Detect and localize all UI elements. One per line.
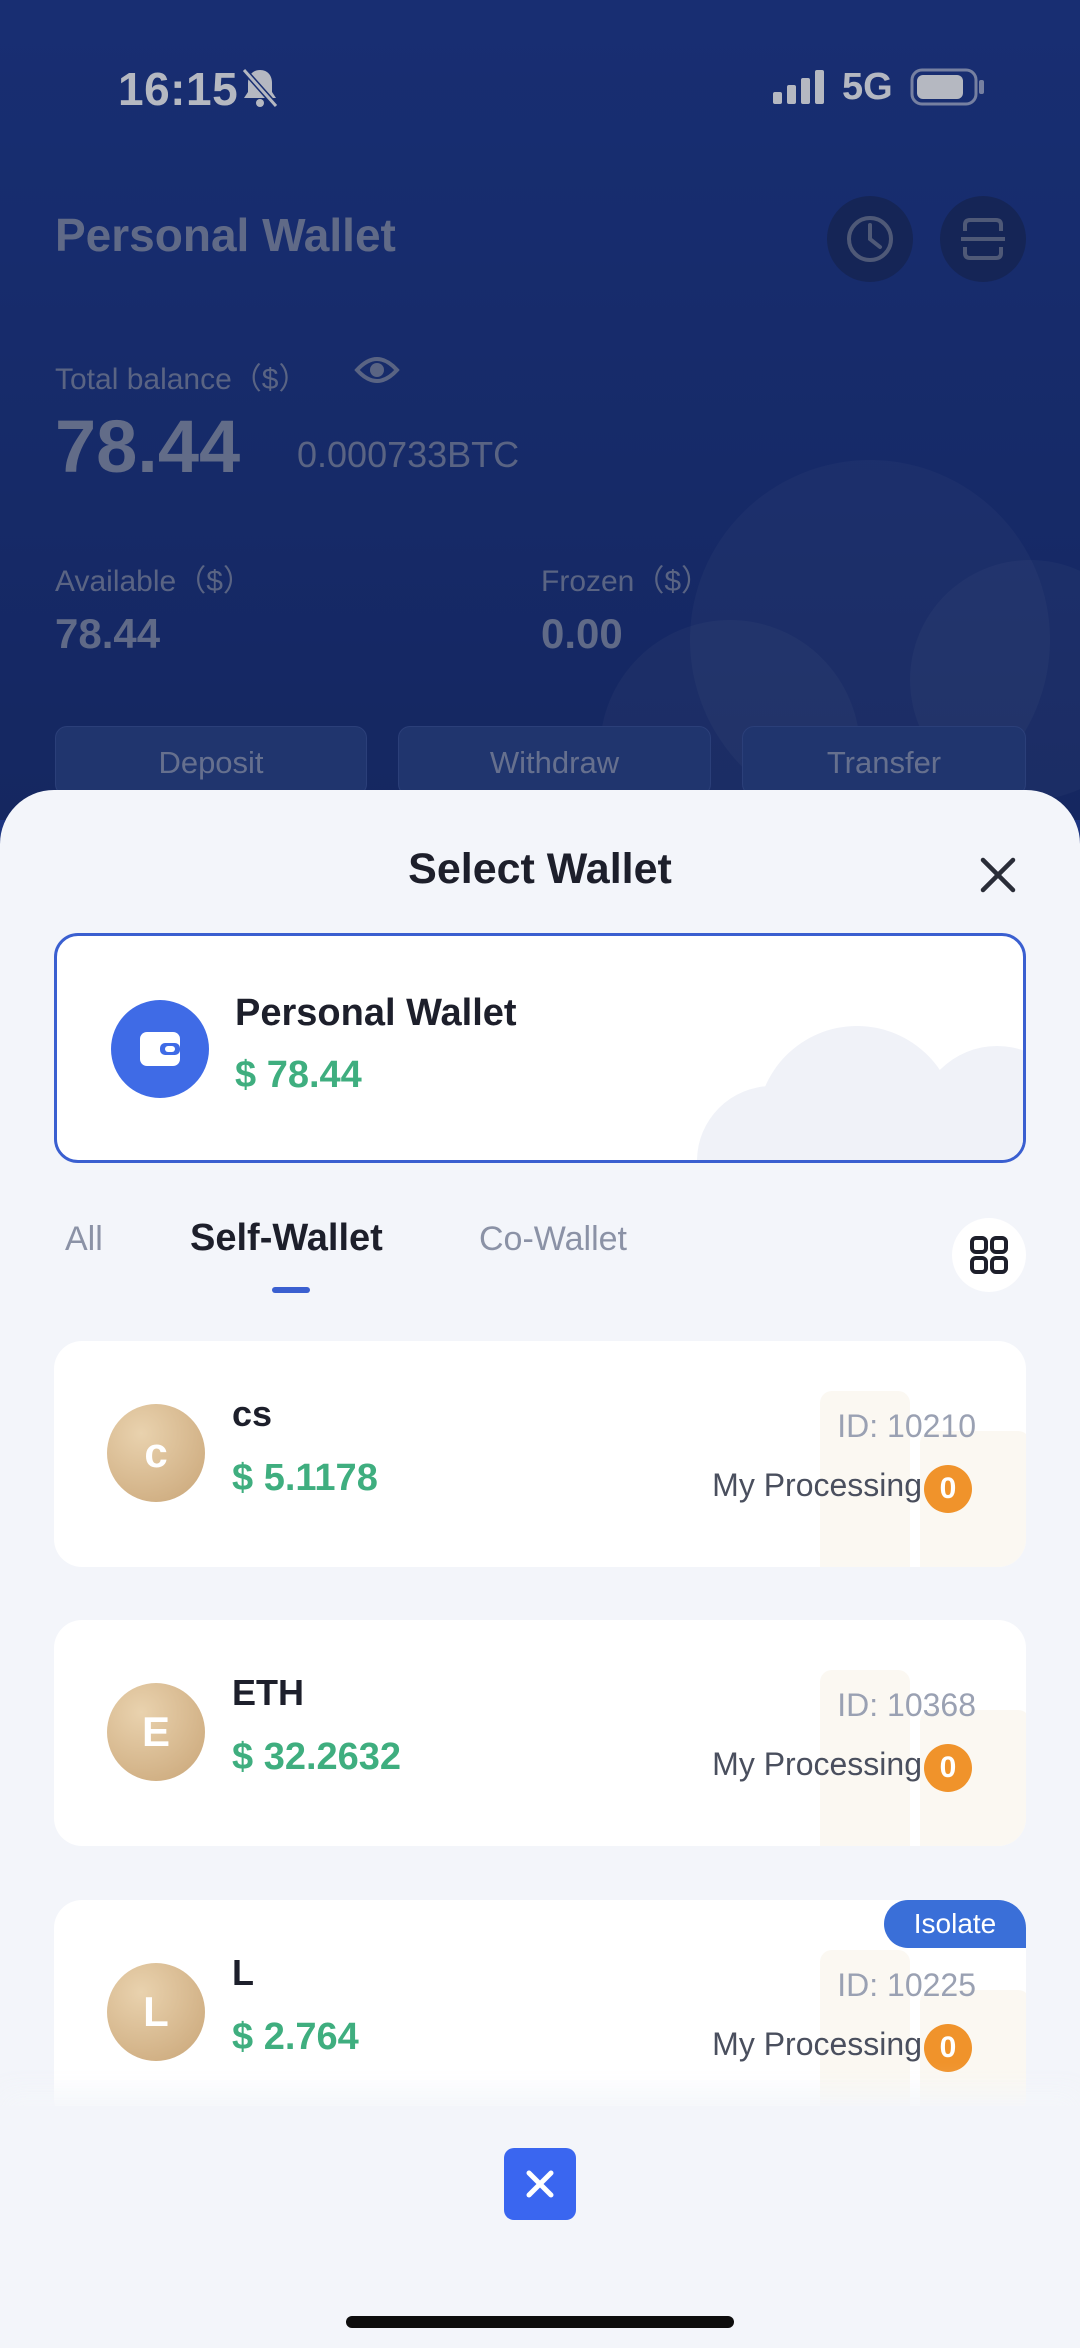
grid-icon <box>970 1236 1008 1274</box>
home-indicator[interactable] <box>346 2316 734 2328</box>
wallet-avatar <box>111 1000 209 1098</box>
footer-close-button[interactable] <box>504 2148 576 2220</box>
tab-co-wallet[interactable]: Co-Wallet <box>479 1220 627 1259</box>
wallet-name: ETH <box>232 1672 304 1713</box>
wallet-card[interactable]: Isolate L L $ 2.764 ID: 10225 My Process… <box>54 1900 1026 2126</box>
sheet-title: Select Wallet <box>408 845 672 893</box>
wallet-id: ID: 10210 <box>837 1408 976 1444</box>
wallet-card[interactable]: c cs $ 5.1178 ID: 10210 My Processing 0 <box>54 1341 1026 1567</box>
processing-count-badge: 0 <box>924 2024 972 2072</box>
current-wallet-name: Personal Wallet <box>235 992 517 1034</box>
my-processing-label: My Processing <box>712 2026 922 2062</box>
close-icon <box>526 2170 554 2198</box>
wallet-amount: $ 32.2632 <box>232 1736 402 1778</box>
tab-all[interactable]: All <box>65 1220 103 1259</box>
modal-overlay[interactable] <box>0 0 1080 820</box>
tab-self-wallet[interactable]: Self-Wallet <box>190 1217 383 1260</box>
close-icon[interactable] <box>975 852 1021 898</box>
isolate-tag: Isolate <box>884 1900 1026 1948</box>
processing-count-badge: 0 <box>924 1744 972 1792</box>
wallet-avatar: c <box>107 1404 205 1502</box>
my-processing-label: My Processing <box>712 1746 922 1782</box>
active-tab-indicator <box>272 1287 310 1293</box>
wallet-amount: $ 2.764 <box>232 2016 359 2058</box>
wallet-card[interactable]: E ETH $ 32.2632 ID: 10368 My Processing … <box>54 1620 1026 1846</box>
wallet-avatar: E <box>107 1683 205 1781</box>
processing-count-badge: 0 <box>924 1465 972 1513</box>
current-wallet-amount: $ 78.44 <box>235 1054 362 1096</box>
wallet-tabs: All Self-Wallet Co-Wallet <box>0 1217 1080 1310</box>
wallet-icon <box>140 1032 180 1066</box>
wallet-id: ID: 10368 <box>837 1687 976 1723</box>
wallet-name: cs <box>232 1393 273 1434</box>
wallet-avatar: L <box>107 1963 205 2061</box>
grid-view-button[interactable] <box>952 1218 1026 1292</box>
wallet-name: L <box>232 1952 254 1993</box>
sheet-footer <box>0 2106 1080 2348</box>
wallet-amount: $ 5.1178 <box>232 1457 378 1499</box>
current-wallet-card[interactable]: Personal Wallet $ 78.44 <box>54 933 1026 1163</box>
my-processing-label: My Processing <box>712 1467 922 1503</box>
wallet-id: ID: 10225 <box>837 1967 976 2003</box>
